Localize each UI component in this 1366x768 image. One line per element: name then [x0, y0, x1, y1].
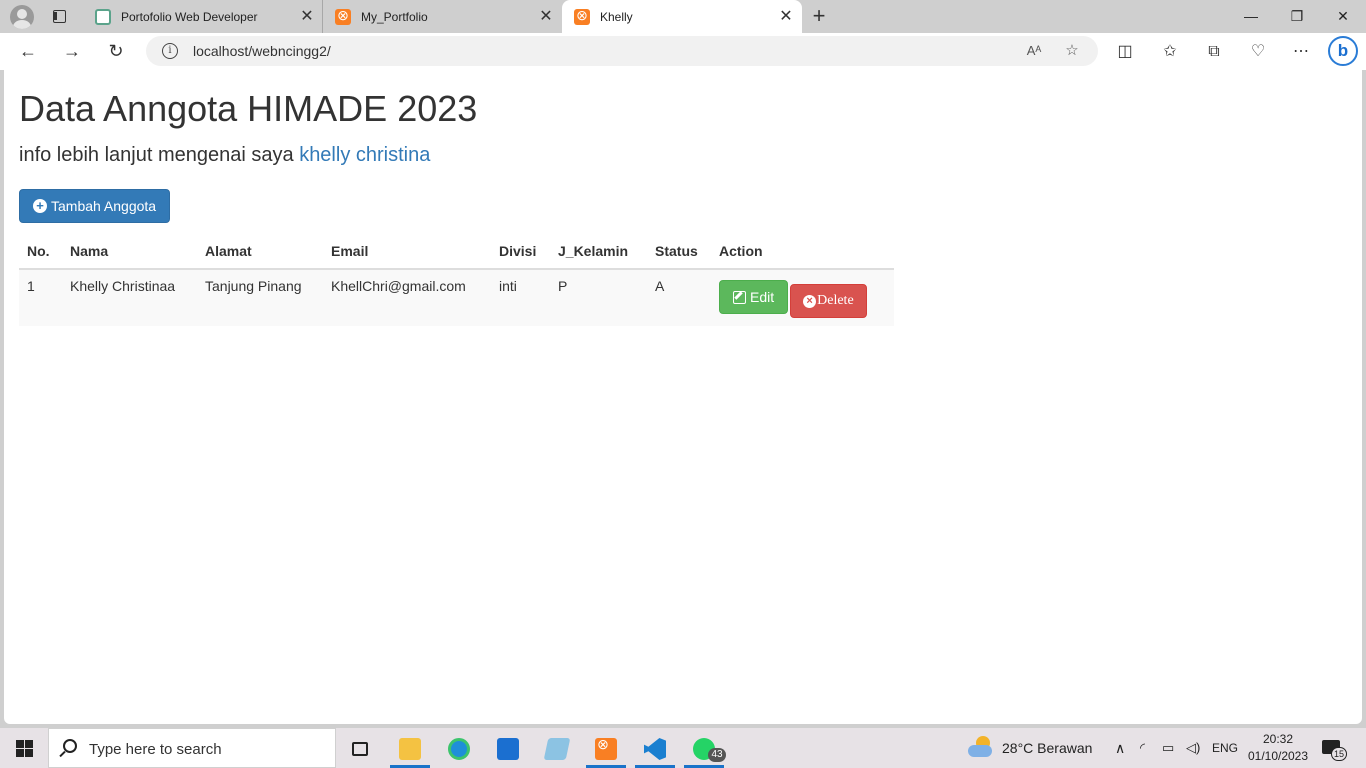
search-icon — [63, 739, 77, 753]
restore-button[interactable]: ❐ — [1274, 0, 1320, 33]
notification-center-icon[interactable]: 15 — [1322, 738, 1347, 761]
cell-email: KhellChri@gmail.com — [323, 269, 491, 326]
cell-action: Edit × Delete — [711, 269, 894, 326]
edit-button[interactable]: Edit — [719, 280, 789, 314]
clock-date: 01/10/2023 — [1247, 749, 1309, 763]
browser-titlebar: Portofolio Web Developer ✕ My_Portfolio … — [0, 0, 1366, 33]
members-table: No. Nama Alamat Email Divisi J_Kelamin S… — [19, 233, 894, 326]
new-tab-button[interactable]: + — [806, 4, 832, 30]
plus-circle-icon: + — [33, 199, 47, 213]
profile-avatar-icon[interactable] — [10, 5, 34, 29]
profile-link[interactable]: khelly christina — [299, 144, 430, 166]
address-bar[interactable]: i localhost/webncingg2/ Aᴬ ☆ — [146, 36, 1098, 66]
wifi-icon[interactable]: ◜ — [1140, 728, 1145, 768]
battery-icon[interactable]: ▭ — [1162, 728, 1174, 768]
column-header: Email — [323, 233, 491, 270]
whatsapp-icon[interactable]: 43 — [684, 732, 726, 768]
tab-portofolio-web-developer[interactable]: Portofolio Web Developer ✕ — [83, 0, 323, 33]
delete-label: Delete — [817, 293, 854, 308]
page-viewport: Data Anngota HIMADE 2023 info lebih lanj… — [4, 70, 1362, 724]
edge-browser-icon[interactable] — [439, 732, 479, 766]
tray-chevron-icon[interactable]: ∧ — [1115, 728, 1125, 768]
tab-khelly[interactable]: Khelly ✕ — [562, 0, 802, 33]
subtitle-text: info lebih lanjut mengenai saya — [19, 144, 300, 166]
vscode-icon[interactable] — [635, 732, 675, 768]
favorites-icon[interactable]: ✩ — [1156, 38, 1184, 66]
xampp-icon — [574, 7, 590, 25]
read-aloud-icon[interactable]: Aᴬ — [1022, 39, 1046, 63]
column-header: J_Kelamin — [550, 233, 647, 270]
column-header: No. — [19, 233, 62, 270]
collections-icon[interactable]: ⧉ — [1200, 38, 1228, 66]
add-member-label: Tambah Anggota — [51, 198, 157, 214]
delete-button[interactable]: × Delete — [790, 284, 867, 318]
cell-status: A — [647, 269, 711, 326]
browser-toolbar: ← → ↻ i localhost/webncingg2/ Aᴬ ☆ ◫ ✩ ⧉… — [0, 33, 1366, 70]
cell-alamat: Tanjung Pinang — [197, 269, 323, 326]
cell-no: 1 — [19, 269, 62, 326]
minimize-button[interactable]: — — [1228, 0, 1274, 33]
xampp-icon — [335, 7, 351, 25]
column-header: Action — [711, 233, 894, 270]
browser-essentials-icon[interactable]: ♡ — [1244, 38, 1272, 66]
tab-label: Khelly — [600, 9, 633, 24]
chatgpt-icon — [95, 8, 111, 25]
column-header: Divisi — [491, 233, 550, 270]
xampp-taskbar-icon[interactable] — [586, 732, 626, 768]
file-explorer-icon[interactable] — [390, 732, 430, 768]
cell-nama: Khelly Christinaa — [62, 269, 197, 326]
clock-time: 20:32 — [1262, 732, 1294, 746]
more-options-icon[interactable]: ⋯ — [1287, 38, 1315, 66]
page-subtitle: info lebih lanjut mengenai saya khelly c… — [19, 144, 430, 167]
weather-icon[interactable] — [968, 736, 994, 758]
page-title: Data Anngota HIMADE 2023 — [19, 88, 478, 129]
whatsapp-badge: 43 — [708, 748, 726, 762]
tab-close-icon[interactable]: ✕ — [536, 7, 556, 27]
clock[interactable]: 20:32 01/10/2023 — [1246, 731, 1310, 765]
tab-close-icon[interactable]: ✕ — [776, 7, 796, 27]
column-header: Status — [647, 233, 711, 270]
back-button[interactable]: ← — [13, 37, 43, 65]
notification-count: 15 — [1331, 747, 1347, 761]
window-close-button[interactable]: ✕ — [1320, 0, 1366, 33]
tab-my-portfolio[interactable]: My_Portfolio ✕ — [322, 0, 562, 33]
cell-divisi: inti — [491, 269, 550, 326]
edit-icon — [733, 290, 746, 304]
column-header: Nama — [62, 233, 197, 270]
edit-label: Edit — [750, 289, 775, 305]
task-view-icon[interactable] — [340, 732, 380, 766]
refresh-button[interactable]: ↻ — [101, 37, 131, 65]
url-text[interactable]: localhost/webncingg2/ — [193, 43, 331, 59]
tab-label: Portofolio Web Developer — [121, 9, 258, 24]
language-indicator[interactable]: ENG — [1212, 728, 1238, 768]
volume-icon[interactable]: ◁) — [1186, 728, 1200, 768]
taskbar-search-box[interactable]: Type here to search — [48, 728, 336, 768]
site-info-icon[interactable]: i — [162, 43, 178, 59]
notepad-icon[interactable] — [537, 732, 577, 766]
tab-close-icon[interactable]: ✕ — [297, 7, 317, 27]
tab-actions-icon[interactable] — [50, 7, 70, 27]
table-row: 1 Khelly Christinaa Tanjung Pinang Khell… — [19, 269, 894, 326]
add-member-button[interactable]: + Tambah Anggota — [19, 189, 171, 223]
weather-text[interactable]: 28°C Berawan — [1002, 728, 1092, 768]
tab-label: My_Portfolio — [361, 9, 428, 24]
favorite-star-icon[interactable]: ☆ — [1060, 39, 1084, 63]
bing-copilot-icon[interactable]: b — [1328, 36, 1358, 66]
cell-jenis-kelamin: P — [550, 269, 647, 326]
search-placeholder: Type here to search — [89, 741, 222, 758]
remove-circle-icon: × — [803, 294, 817, 308]
column-header: Alamat — [197, 233, 323, 270]
windows-start-icon[interactable] — [16, 740, 33, 757]
table-header-row: No. Nama Alamat Email Divisi J_Kelamin S… — [19, 233, 894, 270]
split-screen-icon[interactable]: ◫ — [1111, 38, 1139, 66]
taskbar: Type here to search 43 28°C Berawan ∧ ◜ … — [0, 728, 1366, 768]
microsoft-store-icon[interactable] — [488, 732, 528, 766]
forward-button[interactable]: → — [57, 37, 87, 65]
